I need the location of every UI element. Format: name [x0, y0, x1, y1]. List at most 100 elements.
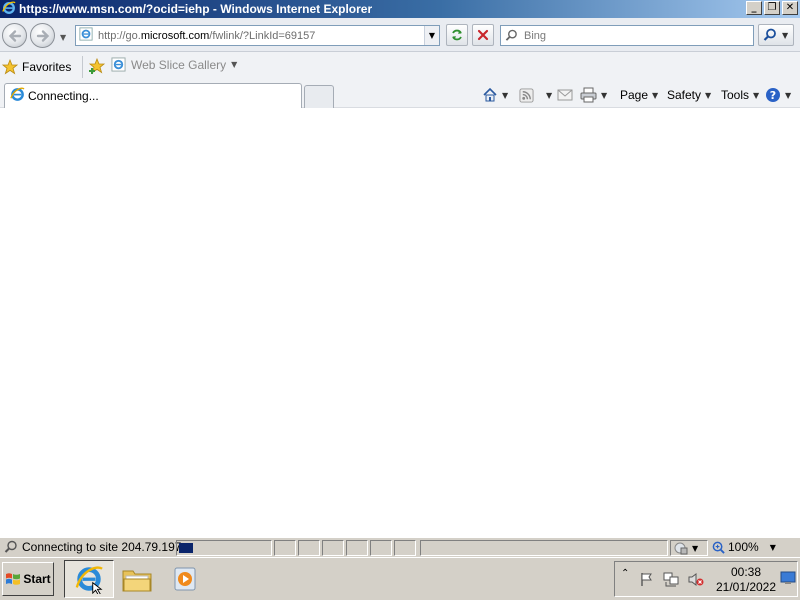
back-arrow-icon	[8, 29, 21, 42]
page-menu[interactable]: Page ▼	[620, 85, 658, 105]
search-placeholder: Bing	[524, 29, 547, 42]
search-icon	[4, 540, 17, 553]
taskbar-media-player[interactable]	[160, 560, 210, 598]
zoom-level: 100%	[728, 540, 759, 554]
printer-icon	[580, 87, 597, 103]
rss-feed-icon	[519, 87, 534, 103]
refresh-icon	[452, 29, 462, 41]
recent-pages-dropdown[interactable]: ▼	[60, 33, 66, 42]
chevron-down-icon: ▼	[753, 90, 760, 100]
status-pane	[274, 540, 296, 556]
search-go-button[interactable]: ▼	[758, 24, 794, 46]
ie-logo-icon	[2, 1, 16, 18]
command-bar: Connecting... ▼ ▼ ▼ Page ▼ Safety ▼ Tool…	[0, 81, 800, 108]
add-to-favorites-bar-button[interactable]	[88, 57, 106, 78]
favorites-bar: Favorites Web Slice Gallery ▼	[0, 52, 800, 81]
media-player-icon	[174, 567, 196, 591]
web-slice-gallery-label: Web Slice Gallery	[131, 57, 227, 72]
search-options-dropdown[interactable]: ▼	[782, 31, 788, 40]
safety-menu-label: Safety	[667, 88, 702, 102]
search-icon	[505, 29, 517, 41]
status-pane	[298, 540, 320, 556]
taskbar: Start ⌃ 00:38 21/01/2022	[0, 557, 800, 600]
status-pane	[420, 540, 668, 556]
windows-logo-icon	[6, 573, 21, 585]
chevron-down-icon: ▼	[231, 60, 238, 69]
print-button[interactable]: ▼	[580, 85, 607, 105]
favorites-button[interactable]: Favorites	[2, 56, 71, 78]
web-slice-gallery-link[interactable]: Web Slice Gallery ▼	[111, 57, 237, 72]
status-pane	[346, 540, 368, 556]
ie-logo-icon	[10, 87, 25, 105]
folder-icon	[122, 570, 152, 592]
mail-icon	[557, 89, 573, 101]
protected-mode-button[interactable]: ▼	[670, 540, 708, 556]
new-tab-button[interactable]	[304, 85, 334, 108]
chevron-down-icon: ▼	[546, 90, 553, 100]
help-button[interactable]: ? ▼	[765, 85, 791, 105]
title-bar[interactable]: https://www.msn.com/?ocid=iehp - Windows…	[0, 0, 800, 18]
system-tray: ⌃ 00:38 21/01/2022	[614, 561, 798, 597]
status-pane	[322, 540, 344, 556]
clock-time: 00:38	[730, 565, 762, 579]
home-button[interactable]: ▼	[482, 85, 508, 105]
back-button[interactable]	[2, 23, 27, 48]
progress-bar	[176, 540, 272, 556]
chevron-down-icon: ▼	[652, 90, 659, 100]
status-message: Connecting to site 204.79.197.	[4, 540, 185, 554]
show-hidden-icons-button[interactable]: ⌃	[621, 568, 629, 579]
close-button[interactable]: ✕	[782, 1, 798, 15]
network-icon[interactable]	[663, 572, 679, 590]
forward-button[interactable]	[30, 23, 55, 48]
desktop-icon	[780, 571, 796, 584]
internet-explorer-icon	[75, 566, 103, 594]
stop-icon	[477, 29, 489, 41]
favorites-separator	[82, 56, 83, 78]
clock-date: 21/01/2022	[715, 580, 777, 594]
magnifier-icon	[763, 28, 776, 41]
status-pane	[370, 540, 392, 556]
show-desktop-button[interactable]	[780, 571, 796, 588]
feeds-button[interactable]: ▼	[519, 85, 552, 105]
address-bar[interactable]: http://go.microsoft.com/fwlink/?LinkId=6…	[75, 25, 440, 46]
navigation-bar: ▼ http://go.microsoft.com/fwlink/?LinkId…	[0, 18, 800, 52]
favorites-star-icon	[2, 59, 18, 75]
url-prefix: http://go.	[98, 29, 141, 42]
zoom-control[interactable]: 100% ▼	[712, 540, 776, 554]
tab-label: Connecting...	[28, 89, 99, 103]
page-content[interactable]	[0, 108, 800, 537]
ie-page-icon	[111, 57, 126, 72]
taskbar-internet-explorer[interactable]	[64, 560, 114, 598]
url-domain: microsoft.com	[140, 29, 210, 42]
taskbar-windows-explorer[interactable]	[112, 560, 162, 598]
read-mail-button[interactable]	[557, 85, 573, 105]
url-text: http://go.microsoft.com/fwlink/?LinkId=6…	[98, 30, 315, 42]
stop-button[interactable]	[472, 24, 494, 46]
status-text: Connecting to site 204.79.197.	[22, 540, 185, 554]
volume-muted-icon[interactable]	[687, 572, 704, 590]
address-dropdown-button[interactable]: ▼	[424, 26, 439, 45]
add-favorite-icon	[88, 57, 106, 74]
status-pane	[394, 540, 416, 556]
window-controls: _ ❐ ✕	[746, 1, 798, 15]
help-icon: ?	[766, 88, 780, 102]
action-center-flag-icon[interactable]	[639, 572, 654, 590]
chevron-down-icon: ▼	[692, 543, 699, 553]
chevron-down-icon: ▼	[502, 90, 509, 100]
tools-menu[interactable]: Tools ▼	[721, 85, 759, 105]
refresh-button[interactable]	[446, 24, 468, 46]
status-bar: Connecting to site 204.79.197. ▼ 100% ▼	[0, 537, 800, 557]
start-button[interactable]: Start	[2, 562, 54, 596]
minimize-button[interactable]: _	[746, 1, 762, 15]
page-menu-label: Page	[620, 88, 649, 102]
start-label: Start	[23, 572, 51, 586]
tab-connecting[interactable]: Connecting...	[4, 83, 302, 108]
search-input[interactable]: Bing	[500, 25, 754, 46]
chevron-down-icon: ▼	[705, 90, 712, 100]
restore-button[interactable]: ❐	[764, 1, 780, 15]
zoom-icon	[712, 541, 725, 554]
safety-menu[interactable]: Safety ▼	[667, 85, 711, 105]
window-title: https://www.msn.com/?ocid=iehp - Windows…	[19, 2, 373, 16]
svg-text:?: ?	[770, 89, 776, 102]
clock[interactable]: 00:38 21/01/2022	[715, 565, 777, 595]
